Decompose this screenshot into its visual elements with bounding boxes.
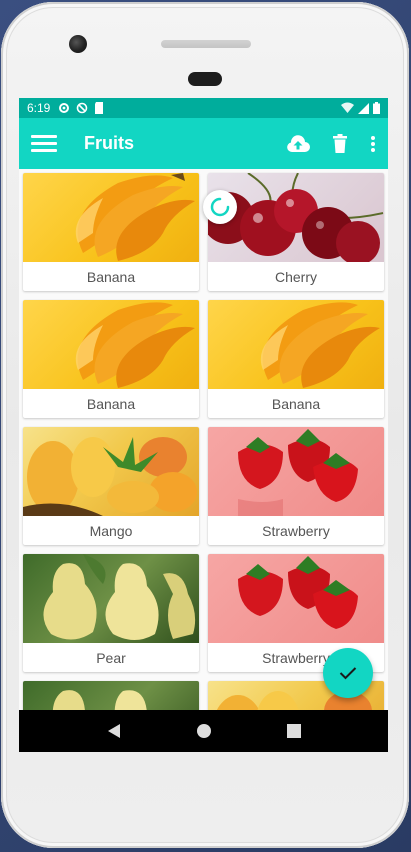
fruit-card[interactable]: Pear [23, 554, 199, 672]
cloud-upload-icon[interactable] [286, 134, 310, 154]
fruit-image-banana [23, 173, 199, 262]
fruit-grid: Banana Cherry Banana Banana Mango Strawb… [19, 169, 388, 710]
fruit-image-mango [23, 427, 199, 516]
fruit-label: Banana [86, 395, 136, 412]
hamburger-menu-icon[interactable] [31, 131, 57, 157]
device-screen: 6:19 Fruits Banana Cherry Banana Banana … [19, 98, 388, 752]
fruit-label: Banana [271, 395, 321, 412]
fruit-label: Strawberry [262, 522, 330, 539]
fruit-card[interactable]: Banana [23, 173, 199, 291]
sd-card-icon [95, 102, 104, 114]
wifi-icon [341, 102, 354, 113]
confirm-fab[interactable] [323, 648, 373, 698]
speaker-grille [161, 40, 251, 48]
fruit-image-banana [23, 300, 199, 389]
fruit-label: Cherry [274, 268, 317, 285]
fruit-card[interactable] [23, 681, 199, 710]
front-camera [69, 35, 87, 53]
earpiece [188, 72, 222, 86]
status-bar: 6:19 [19, 98, 388, 118]
page-title: Fruits [84, 133, 135, 153]
gear-icon [59, 103, 70, 113]
block-icon [77, 102, 88, 114]
fruit-image-pear [23, 554, 199, 643]
fruit-image-strawberry [208, 427, 384, 516]
more-vert-icon[interactable] [370, 135, 376, 153]
app-bar: Fruits [19, 118, 388, 169]
back-icon[interactable] [107, 723, 121, 739]
check-icon [339, 667, 357, 680]
fruit-label: Mango [89, 522, 133, 539]
delete-icon[interactable] [332, 133, 348, 154]
home-icon[interactable] [196, 723, 212, 739]
fruit-label: Banana [86, 268, 136, 285]
system-nav-bar [19, 710, 388, 752]
battery-icon [373, 102, 380, 114]
fruit-image-banana [208, 300, 384, 389]
recents-icon[interactable] [286, 724, 301, 738]
fruit-image-strawberry [208, 554, 384, 643]
fruit-label: Pear [96, 649, 126, 666]
fruit-card[interactable]: Banana [208, 300, 384, 418]
loading-spinner [203, 190, 237, 224]
signal-icon [358, 102, 369, 114]
fruit-image-cherry [208, 173, 384, 262]
fruit-card[interactable]: Strawberry [208, 427, 384, 545]
status-time: 6:19 [27, 101, 51, 115]
fruit-card[interactable]: Cherry [208, 173, 384, 291]
fruit-card[interactable]: Mango [23, 427, 199, 545]
fruit-card[interactable]: Banana [23, 300, 199, 418]
fruit-image-pear [23, 681, 199, 710]
